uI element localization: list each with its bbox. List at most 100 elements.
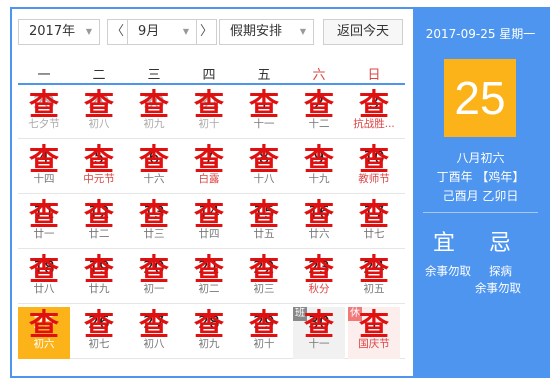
day-number: 27 bbox=[143, 313, 165, 333]
year-select-value: 2017年 bbox=[29, 24, 76, 39]
month-select-value: 9月 bbox=[138, 24, 160, 39]
avoid-text: 探病 bbox=[489, 264, 512, 278]
weekday-label: 二 bbox=[92, 68, 106, 83]
chevron-down-icon: ▼ bbox=[85, 27, 92, 36]
calendar-day-cell[interactable]: 16 廿六查 bbox=[293, 197, 345, 249]
day-number: 11 bbox=[33, 203, 55, 223]
calendar-day-cell[interactable]: 21 初二查 bbox=[183, 252, 235, 304]
day-number: 28 bbox=[33, 93, 55, 113]
calendar-widget: 2017年 ▼ 〈 9月 ▼ 〉 假期安排 ▼ 返回今天 一 二 三 四 五 六… bbox=[10, 7, 550, 378]
lunar-label: 秋分 bbox=[308, 283, 330, 295]
day-number: 12 bbox=[88, 203, 110, 223]
calendar-day-cell[interactable]: 7 白露查 bbox=[183, 142, 235, 194]
calendar-day-cell[interactable]: 19 廿九查 bbox=[73, 252, 125, 304]
calendar-day-cell[interactable]: 10 教师节查 bbox=[348, 142, 400, 194]
day-number: 9 bbox=[313, 148, 325, 168]
calendar-day-cell[interactable]: 5 中元节查 bbox=[73, 142, 125, 194]
calendar-day-cell[interactable]: 29 初十查 bbox=[238, 307, 290, 359]
weekday-label-saturday: 六 bbox=[312, 68, 326, 83]
lunar-label: 中元节 bbox=[83, 173, 115, 185]
lunar-label: 初十 bbox=[253, 338, 275, 350]
day-number: 13 bbox=[143, 203, 165, 223]
day-number: 18 bbox=[33, 258, 55, 278]
header-divider bbox=[18, 83, 405, 85]
day-number: 19 bbox=[88, 258, 110, 278]
day-number: 23 bbox=[308, 258, 330, 278]
calendar-day-cell[interactable]: 30 初九查 bbox=[128, 87, 180, 139]
month-select[interactable]: 〈 9月 ▼ 〉 bbox=[107, 19, 217, 45]
lunar-label: 七夕节 bbox=[28, 118, 60, 130]
year-select[interactable]: 2017年 ▼ bbox=[18, 19, 100, 45]
ganzhi-month-day: 己酉月 乙卯日 bbox=[442, 189, 519, 203]
calendar-day-cell[interactable]: 8 十八查 bbox=[238, 142, 290, 194]
calendar-day-cell[interactable]: 17 廿七查 bbox=[348, 197, 400, 249]
day-number: 6 bbox=[148, 148, 160, 168]
lunar-label: 初八 bbox=[88, 118, 110, 130]
calendar-day-cell[interactable]: 11 廿一查 bbox=[18, 197, 70, 249]
day-number: 17 bbox=[363, 203, 385, 223]
calendar-day-cell[interactable]: 4 十四查 bbox=[18, 142, 70, 194]
lunar-label: 廿八 bbox=[33, 283, 55, 295]
lunar-label: 十一 bbox=[253, 118, 275, 130]
lunar-label: 廿九 bbox=[88, 283, 110, 295]
weekday-label: 五 bbox=[257, 68, 271, 83]
lunar-label: 国庆节 bbox=[358, 338, 390, 350]
calendar-day-cell-today[interactable]: 25 初六查 bbox=[18, 307, 70, 359]
lunar-label: 廿二 bbox=[88, 228, 110, 240]
calendar-day-cell[interactable]: 休 1 国庆节查 bbox=[348, 307, 400, 359]
calendar-day-cell[interactable]: 1 十一查 bbox=[238, 87, 290, 139]
lunar-label: 抗战胜... bbox=[353, 118, 395, 130]
day-number: 21 bbox=[198, 258, 220, 278]
selected-date: 2017-09-25 星期一 bbox=[425, 27, 536, 41]
big-day-number: 25 bbox=[444, 59, 516, 137]
chevron-down-icon: ▼ bbox=[182, 27, 189, 36]
lunar-label: 十六 bbox=[143, 173, 165, 185]
calendar-day-cell[interactable]: 23 秋分查 bbox=[293, 252, 345, 304]
holiday-select[interactable]: 假期安排 ▼ bbox=[219, 19, 314, 45]
day-number: 4 bbox=[38, 148, 50, 168]
calendar-day-cell[interactable]: 12 廿二查 bbox=[73, 197, 125, 249]
day-number: 3 bbox=[368, 93, 380, 113]
calendar-day-cell[interactable]: 13 廿三查 bbox=[128, 197, 180, 249]
day-number: 30 bbox=[308, 313, 330, 333]
calendar-day-cell[interactable]: 3 抗战胜... 查 bbox=[348, 87, 400, 139]
weekday-label: 三 bbox=[147, 68, 161, 83]
day-number: 14 bbox=[198, 203, 220, 223]
calendar-day-cell[interactable]: 28 七夕节查 bbox=[18, 87, 70, 139]
calendar-day-cell[interactable]: 6 十六查 bbox=[128, 142, 180, 194]
day-number: 20 bbox=[143, 258, 165, 278]
calendar-day-cell[interactable]: 18 廿八查 bbox=[18, 252, 70, 304]
calendar-day-cell[interactable]: 20 初一查 bbox=[128, 252, 180, 304]
calendar-day-cell[interactable]: 14 廿四查 bbox=[183, 197, 235, 249]
calendar-day-cell[interactable]: 24 初五查 bbox=[348, 252, 400, 304]
day-number: 29 bbox=[88, 93, 110, 113]
chevron-down-icon: ▼ bbox=[299, 27, 306, 36]
calendar-day-cell[interactable]: 28 初九查 bbox=[183, 307, 235, 359]
day-number: 16 bbox=[308, 203, 330, 223]
calendar-day-cell[interactable]: 9 十九查 bbox=[293, 142, 345, 194]
calendar-week-row: 28 七夕节查 29 初八查 30 初九查 31 初十查 1 十一查 2 十二查 3 抗战胜... 查 bbox=[18, 87, 405, 139]
lunar-label: 初三 bbox=[253, 283, 275, 295]
calendar-day-cell[interactable]: 15 廿五查 bbox=[238, 197, 290, 249]
calendar-day-cell[interactable]: 27 初八查 bbox=[128, 307, 180, 359]
weekday-label: 一 bbox=[37, 68, 51, 83]
calendar-day-cell[interactable]: 2 十二查 bbox=[293, 87, 345, 139]
prev-month-button[interactable]: 〈 bbox=[108, 20, 128, 44]
calendar-day-cell[interactable]: 29 初八查 bbox=[73, 87, 125, 139]
back-to-today-button[interactable]: 返回今天 bbox=[323, 19, 403, 45]
day-number: 24 bbox=[363, 258, 385, 278]
lunar-label: 初二 bbox=[198, 283, 220, 295]
ganzhi-year: 丁酉年 【鸡年】 bbox=[436, 170, 525, 184]
lunar-label: 初五 bbox=[363, 283, 385, 295]
day-number: 1 bbox=[258, 93, 270, 113]
calendar-day-cell[interactable]: 31 初十查 bbox=[183, 87, 235, 139]
calendar-day-cell[interactable]: 26 初七查 bbox=[73, 307, 125, 359]
next-month-button[interactable]: 〉 bbox=[196, 20, 216, 44]
lunar-label: 初一 bbox=[143, 283, 165, 295]
calendar-day-cell[interactable]: 22 初三查 bbox=[238, 252, 290, 304]
day-number: 30 bbox=[143, 93, 165, 113]
day-number: 10 bbox=[363, 148, 385, 168]
calendar-day-cell[interactable]: 班 30 十一查 bbox=[293, 307, 345, 359]
calendar-week-row: 25 初六查 26 初七查 27 初八查 28 初九查 29 初十查班 30 十一查休 1 国庆节查 bbox=[18, 307, 405, 359]
day-number: 29 bbox=[253, 313, 275, 333]
